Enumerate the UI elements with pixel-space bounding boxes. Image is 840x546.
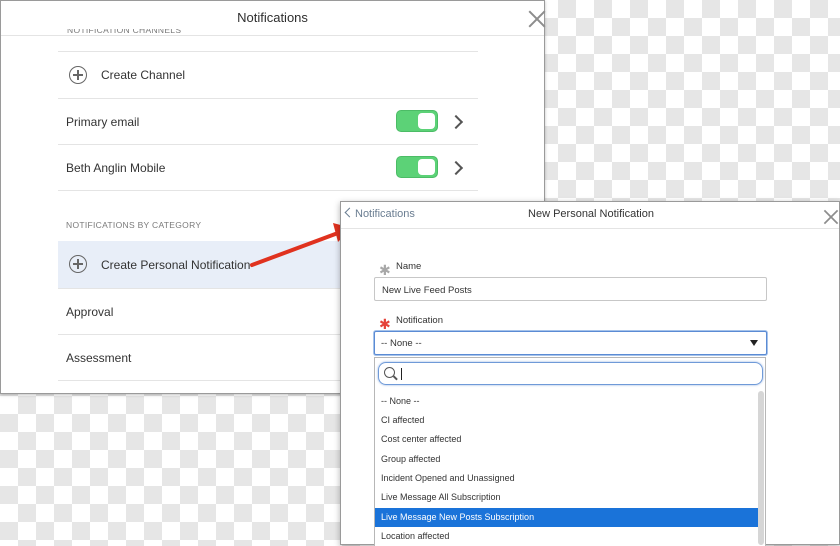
new-personal-notification-dialog: Notifications New Personal Notification … — [340, 201, 840, 546]
dropdown-option[interactable]: Cost center affected — [375, 430, 758, 449]
search-icon — [384, 367, 395, 378]
dropdown-option[interactable]: Group affected — [375, 450, 758, 469]
divider — [58, 190, 478, 191]
notification-dropdown-list: -- None -- CI affected Cost center affec… — [374, 357, 766, 546]
create-channel-row[interactable]: Create Channel — [58, 52, 478, 98]
plus-circle-icon — [69, 255, 87, 273]
required-asterisk-icon: ✱ — [379, 316, 391, 332]
category-label: Approval — [66, 305, 114, 319]
category-section-header: NOTIFICATIONS BY CATEGORY — [66, 220, 202, 230]
notification-field-label: Notification — [396, 315, 443, 326]
chevron-right-icon[interactable] — [448, 160, 464, 176]
channel-toggle[interactable] — [396, 156, 438, 178]
channel-toggle[interactable] — [396, 110, 438, 132]
notification-select[interactable]: -- None -- — [374, 331, 767, 355]
dropdown-option[interactable]: Incident Opened and Unassigned — [375, 469, 758, 488]
close-icon[interactable] — [528, 10, 546, 28]
channels-section-header: NOTIFICATION CHANNELS — [67, 29, 182, 35]
caret-down-icon — [750, 340, 758, 346]
dropdown-option[interactable]: -- None -- — [375, 392, 758, 411]
create-personal-notification-label: Create Personal Notification — [101, 258, 251, 272]
channel-label: Beth Anglin Mobile — [66, 161, 166, 175]
optional-asterisk-icon: ✱ — [379, 262, 391, 278]
plus-circle-icon — [69, 66, 87, 84]
channel-label: Primary email — [66, 115, 140, 129]
close-icon[interactable] — [823, 209, 838, 224]
dialog-title: New Personal Notification — [528, 208, 654, 220]
text-cursor — [401, 368, 402, 380]
title-divider — [341, 228, 839, 229]
notification-select-value: -- None -- — [381, 338, 422, 349]
dropdown-option-selected[interactable]: Live Message New Posts Subscription — [375, 508, 758, 527]
panel-title: Notifications — [237, 10, 308, 25]
dropdown-scrollbar[interactable] — [758, 391, 764, 545]
name-field-label: Name — [396, 261, 422, 272]
dropdown-option[interactable]: Live Message All Subscription — [375, 488, 758, 507]
chevron-right-icon[interactable] — [448, 114, 464, 130]
dropdown-option[interactable]: CI affected — [375, 411, 758, 430]
create-channel-label: Create Channel — [101, 68, 186, 82]
dropdown-search-input[interactable] — [378, 362, 763, 385]
channel-row-primary-email[interactable]: Primary email — [58, 99, 478, 144]
channel-row-beth-anglin-mobile[interactable]: Beth Anglin Mobile — [58, 145, 478, 190]
name-input[interactable]: New Live Feed Posts — [374, 277, 767, 301]
category-label: Assessment — [66, 351, 132, 365]
dropdown-option[interactable]: Location affected — [375, 527, 758, 546]
